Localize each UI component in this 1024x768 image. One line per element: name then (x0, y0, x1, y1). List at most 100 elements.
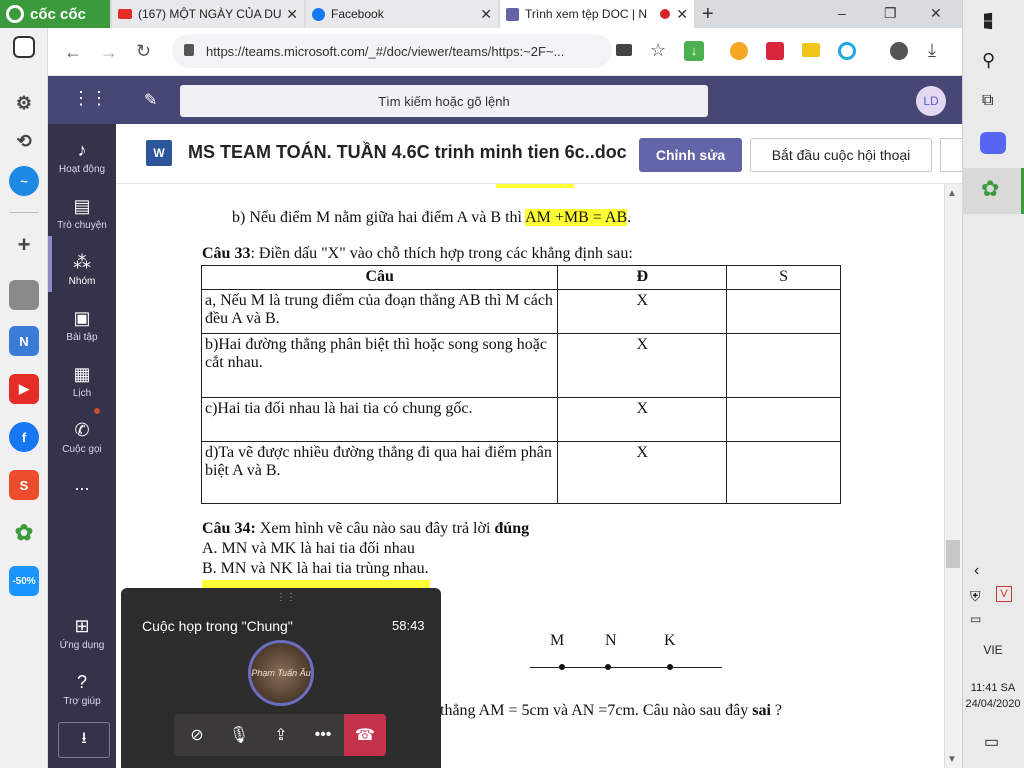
avatar[interactable]: LD (916, 86, 946, 116)
clock-time[interactable]: 11:41 SA (962, 682, 1024, 694)
rail-item-chat[interactable]: ▤ Trò chuyện (48, 186, 116, 242)
download-app-icon[interactable]: ⭳ (58, 722, 110, 758)
tiki-icon[interactable]: -50% (9, 566, 39, 596)
rail-item-calls[interactable]: ✆ Cuộc gọi (48, 410, 116, 466)
chat-icon: ▤ (73, 196, 91, 216)
downloads-icon[interactable]: ⤓ (928, 40, 936, 61)
app-icon[interactable] (9, 280, 39, 310)
tab-title: Facebook (331, 7, 384, 21)
network-icon[interactable]: ▭ (970, 612, 981, 626)
settings-icon[interactable]: ⚙ (9, 88, 39, 118)
close-doc-button[interactable] (940, 138, 962, 172)
extension-icon[interactable] (766, 42, 784, 60)
edit-button[interactable]: Chỉnh sửa (639, 138, 742, 172)
notification-icon[interactable]: ▭ (984, 732, 999, 752)
close-window-button[interactable]: ✕ (930, 5, 942, 22)
clock-date[interactable]: 24/04/2020 (962, 698, 1024, 710)
task-view-icon[interactable]: ⧉ (982, 92, 993, 110)
chevron-up-icon[interactable]: ‹ (974, 562, 979, 580)
microphone-icon[interactable]: 🎙 (218, 714, 260, 756)
app-launcher-icon[interactable]: ⋮⋮ (72, 88, 108, 109)
reload-icon[interactable]: ↻ (136, 41, 151, 62)
youtube-icon[interactable]: ▶ (9, 374, 39, 404)
tab-youtube[interactable]: (167) MỘT NGÀY CỦA DU ✕ (112, 0, 304, 28)
antivirus-icon[interactable]: V (996, 586, 1012, 602)
rail-item-teams[interactable]: ⁂ Nhóm (48, 242, 116, 298)
close-tab-icon[interactable]: ✕ (286, 6, 298, 23)
history-icon[interactable]: ⟲ (9, 126, 39, 156)
download-ext-icon[interactable]: ↓ (684, 41, 704, 61)
facebook-icon[interactable]: f (9, 422, 39, 452)
maximize-button[interactable]: ❐ (884, 5, 897, 22)
lock-icon (184, 44, 194, 56)
coccoc-logo-icon (6, 5, 24, 23)
recording-icon (660, 9, 670, 19)
defender-icon[interactable]: ⛨ (970, 588, 981, 605)
address-bar[interactable]: https://teams.microsoft.com/_#/doc/viewe… (172, 34, 612, 68)
scroll-up-icon[interactable]: ▲ (947, 188, 957, 199)
page-title: MS TEAM TOÁN. TUẦN 4.6C trinh minh tien … (188, 142, 627, 162)
profile-icon[interactable] (890, 42, 908, 60)
new-tab-button[interactable]: + (702, 3, 714, 26)
bell-icon: ♪ (77, 140, 87, 160)
discord-icon[interactable] (980, 132, 1006, 154)
close-tab-icon[interactable]: ✕ (480, 6, 492, 23)
answer-b: B. MN và NK là hai tia trùng nhau. (202, 560, 429, 577)
compose-icon[interactable]: ✎ (144, 90, 157, 110)
rail-item-help[interactable]: ? Trợ giúp (48, 662, 116, 718)
answer-table: Câu Đ S a, Nếu M là trung điểm của đoạn … (200, 265, 841, 504)
back-icon[interactable]: ← (64, 42, 82, 63)
mail-icon[interactable] (802, 43, 820, 57)
shopee-icon[interactable]: S (9, 470, 39, 500)
browser-brand[interactable]: cốc cốc (0, 0, 110, 28)
table-row: b)Hai đường thẳng phân biệt thì hoặc son… (200, 333, 841, 398)
messenger-icon[interactable]: ~ (9, 166, 39, 196)
coccoc-icon[interactable]: ✿ (9, 518, 39, 548)
column-header: S (726, 265, 841, 290)
tab-teams-active[interactable]: Trình xem tệp DOC | N ✕ (500, 0, 694, 28)
table-row: c)Hai tia đối nhau là hai tia có chung g… (200, 397, 841, 442)
language-indicator[interactable]: VIE (962, 643, 1024, 657)
minimize-button[interactable]: – (838, 5, 846, 21)
grammarly-icon[interactable] (838, 42, 856, 60)
camera-icon[interactable] (616, 44, 632, 56)
close-tab-icon[interactable]: ✕ (676, 6, 688, 23)
false-cell (726, 333, 841, 398)
next-question-line: thẳng AM = 5cm và AN =7cm. Câu nào sau đ… (440, 702, 782, 719)
tab-facebook[interactable]: Facebook ✕ (306, 0, 498, 28)
start-conversation-button[interactable]: Bắt đầu cuộc hội thoại (750, 138, 932, 172)
hang-up-button[interactable]: ☎ (344, 714, 386, 756)
rail-item-apps[interactable]: ⊞ Ứng dụng (48, 606, 116, 662)
star-icon[interactable]: ☆ (650, 40, 666, 61)
column-header: Câu (200, 265, 559, 290)
scroll-down-icon[interactable]: ▼ (947, 754, 957, 765)
tab-title: (167) MỘT NGÀY CỦA DU (138, 7, 282, 21)
share-screen-icon[interactable]: ⇪ (260, 714, 302, 756)
rail-item-assignments[interactable]: ▣ Bài tập (48, 298, 116, 354)
rail-item-calendar[interactable]: ▦ Lịch (48, 354, 116, 410)
rail-item-activity[interactable]: ♪ Hoạt động (48, 130, 116, 186)
camera-off-icon[interactable]: ⊘ (176, 714, 218, 756)
more-options-icon[interactable]: ••• (302, 714, 344, 756)
extension-icon[interactable] (730, 42, 748, 60)
scroll-thumb[interactable] (946, 540, 960, 568)
vertical-scrollbar[interactable] (944, 184, 962, 768)
rail-item-more[interactable]: ... (48, 474, 116, 530)
question-33: Câu 33: Điền dấu "X" vào chỗ thích hợp t… (202, 245, 633, 262)
sidebar-toggle-icon[interactable] (13, 36, 35, 58)
teams-icon (506, 7, 519, 21)
search-icon[interactable]: ⚲ (982, 50, 995, 71)
participant-avatar: Phạm Tuấn Âu (248, 640, 314, 706)
coccoc-icon: ✿ (981, 176, 1000, 201)
notion-icon[interactable]: N (9, 326, 39, 356)
notification-dot (94, 408, 100, 414)
point-m (559, 664, 565, 670)
forward-icon[interactable]: → (100, 42, 118, 63)
statement-cell: c)Hai tia đối nhau là hai tia có chung g… (200, 397, 559, 442)
drag-handle-icon[interactable]: ⋮⋮ (276, 592, 296, 603)
false-cell (726, 397, 841, 442)
add-icon[interactable]: + (9, 230, 39, 260)
url-text: https://teams.microsoft.com/_#/doc/viewe… (206, 43, 565, 59)
search-input[interactable]: Tìm kiếm hoặc gõ lệnh (180, 85, 708, 117)
call-timer: 58:43 (392, 618, 425, 633)
